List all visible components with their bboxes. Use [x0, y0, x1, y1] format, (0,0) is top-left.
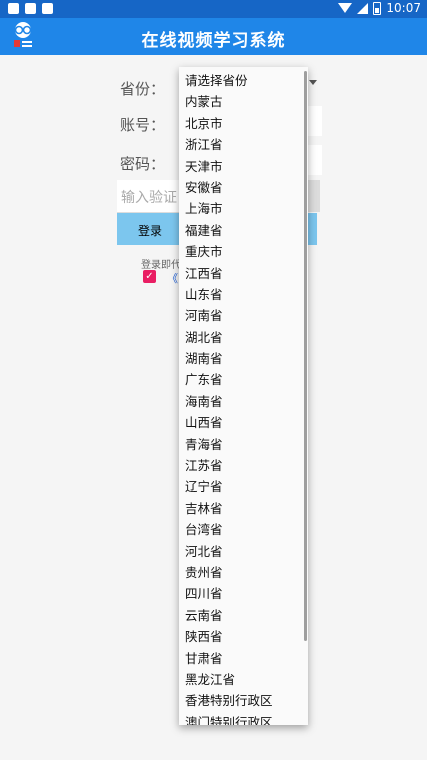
- province-option[interactable]: 澳门特别行政区: [179, 712, 308, 725]
- wifi-icon: [338, 3, 353, 13]
- notification-icons: [8, 3, 53, 14]
- province-option[interactable]: 甘肃省: [179, 648, 308, 669]
- province-option[interactable]: 四川省: [179, 583, 308, 604]
- app-icon: [42, 3, 53, 14]
- province-option[interactable]: 河南省: [179, 305, 308, 326]
- province-option[interactable]: 天津市: [179, 156, 308, 177]
- province-option[interactable]: 湖北省: [179, 327, 308, 348]
- dropdown-scrollbar[interactable]: [304, 71, 307, 641]
- province-option[interactable]: 重庆市: [179, 241, 308, 262]
- battery-icon: [373, 1, 382, 15]
- province-option[interactable]: 浙江省: [179, 134, 308, 155]
- agreement-text: 登录即代: [141, 260, 181, 271]
- province-option[interactable]: 贵州省: [179, 562, 308, 583]
- province-option[interactable]: 海南省: [179, 391, 308, 412]
- province-option[interactable]: 辽宁省: [179, 476, 308, 497]
- province-options: 请选择省份 内蒙古 北京市 浙江省 天津市 安徽省 上海市 福建省 重庆市 江西省 山东省 河南省 湖北…: [179, 67, 308, 725]
- province-option[interactable]: 内蒙古: [179, 91, 308, 112]
- province-option[interactable]: 福建省: [179, 220, 308, 241]
- province-label: 省份：: [120, 80, 166, 98]
- province-option[interactable]: 广东省: [179, 369, 308, 390]
- password-label: 密码：: [120, 155, 166, 173]
- province-option[interactable]: 江西省: [179, 263, 308, 284]
- province-option[interactable]: 请选择省份: [179, 70, 308, 91]
- province-option[interactable]: 湖南省: [179, 348, 308, 369]
- province-option[interactable]: 吉林省: [179, 498, 308, 519]
- province-option[interactable]: 山西省: [179, 412, 308, 433]
- login-button-label: 登录: [138, 224, 163, 238]
- code-placeholder: 输入验证: [121, 190, 177, 206]
- province-option[interactable]: 黑龙江省: [179, 669, 308, 690]
- system-icons: 10:07: [338, 1, 421, 15]
- province-option[interactable]: 北京市: [179, 113, 308, 134]
- province-option[interactable]: 云南省: [179, 605, 308, 626]
- notification-icon: [8, 3, 19, 14]
- province-option[interactable]: 香港特别行政区: [179, 690, 308, 711]
- signal-icon: [357, 2, 369, 14]
- province-option[interactable]: 青海省: [179, 434, 308, 455]
- province-option[interactable]: 江苏省: [179, 455, 308, 476]
- app-bar: 在线视频学习系统: [0, 18, 427, 55]
- province-option[interactable]: 上海市: [179, 198, 308, 219]
- message-icon: [25, 3, 36, 14]
- province-option[interactable]: 陕西省: [179, 626, 308, 647]
- verification-code-input[interactable]: 输入验证: [117, 180, 181, 213]
- status-bar: 10:07: [0, 0, 427, 18]
- province-option[interactable]: 安徽省: [179, 177, 308, 198]
- policy-link[interactable]: 《: [167, 270, 178, 286]
- account-label: 账号：: [120, 116, 166, 134]
- province-option[interactable]: 山东省: [179, 284, 308, 305]
- chevron-down-icon[interactable]: [309, 80, 317, 85]
- province-option[interactable]: 河北省: [179, 541, 308, 562]
- app-title: 在线视频学习系统: [141, 31, 286, 51]
- province-option[interactable]: 台湾省: [179, 519, 308, 540]
- agree-checkbox[interactable]: ✓: [143, 270, 156, 283]
- clock: 10:07: [386, 1, 421, 15]
- province-dropdown[interactable]: 请选择省份 内蒙古 北京市 浙江省 天津市 安徽省 上海市 福建省 重庆市 江西省 山东省 河南省 湖北…: [179, 67, 308, 725]
